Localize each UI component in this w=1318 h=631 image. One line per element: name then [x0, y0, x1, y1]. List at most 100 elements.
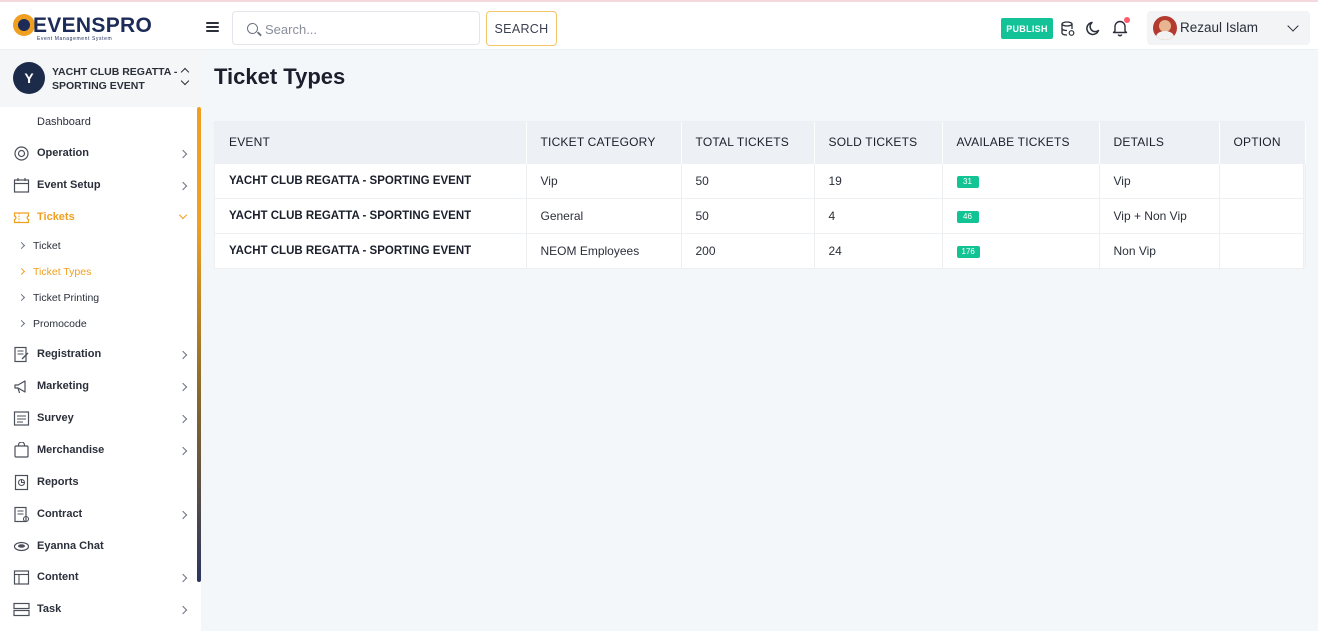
chevron-right-icon	[178, 149, 188, 159]
sidebar-item-content[interactable]: Content	[0, 565, 196, 591]
available-cell: 46	[942, 197, 1100, 233]
top-bar: EVENSPRO Event Management System SEARCH …	[0, 2, 1318, 50]
merchandise-icon	[14, 442, 29, 458]
survey-icon	[13, 411, 30, 426]
sidebar-subitem-label: Promocode	[33, 318, 87, 330]
ticket-icon	[13, 212, 30, 224]
sidebar-subitem-ticket-types[interactable]: Ticket Types	[0, 261, 196, 283]
chevron-right-icon	[17, 241, 26, 250]
chevron-down-icon	[1287, 20, 1299, 32]
chevron-right-icon	[178, 414, 188, 424]
sidebar-item-marketing[interactable]: Marketing	[0, 374, 196, 400]
sidebar: Y YACHT CLUB REGATTA - SPORTING EVENT Da…	[0, 51, 201, 631]
search-box	[232, 11, 480, 45]
column-header-details: DETAILS	[1099, 122, 1220, 163]
logo-tagline: Event Management System	[37, 36, 113, 42]
option-cell[interactable]	[1219, 232, 1306, 268]
available-cell: 176	[942, 232, 1100, 268]
sidebar-item-task[interactable]: Task	[0, 597, 196, 623]
chevron-right-icon	[178, 382, 188, 392]
dark-mode-moon-icon[interactable]	[1086, 21, 1101, 36]
event-avatar: Y	[13, 62, 45, 94]
marketing-icon	[14, 380, 26, 394]
sidebar-subitem-label: Ticket Printing	[33, 292, 100, 304]
logo-text: EVENSPRO	[33, 14, 153, 37]
evenspro-logo[interactable]: EVENSPRO Event Management System	[13, 12, 152, 42]
event-cell: YACHT CLUB REGATTA - SPORTING EVENT	[215, 162, 527, 198]
sidebar-item-event-setup[interactable]: Event Setup	[0, 173, 196, 199]
chevron-right-icon	[178, 605, 188, 615]
table-row[interactable]: YACHT CLUB REGATTA - SPORTING EVENT Gene…	[215, 197, 1306, 233]
chevron-right-icon	[178, 446, 188, 456]
contract-icon	[14, 506, 30, 523]
available-badge: 31	[956, 176, 979, 188]
operation-icon	[14, 146, 29, 161]
publish-button[interactable]: PUBLISH	[1001, 18, 1053, 39]
logo-mark-icon	[13, 14, 35, 36]
column-header-option: OPTION	[1219, 122, 1306, 163]
chevron-right-icon	[178, 350, 188, 360]
sidebar-item-contract[interactable]: Contract	[0, 502, 196, 528]
sidebar-item-label: Content	[37, 571, 79, 583]
search-button[interactable]: SEARCH	[486, 11, 557, 46]
sidebar-subitem-promocode[interactable]: Promocode	[0, 313, 196, 335]
sidebar-subitem-ticket[interactable]: Ticket	[0, 235, 196, 257]
sidebar-item-registration[interactable]: Registration	[0, 342, 196, 368]
table-row[interactable]: YACHT CLUB REGATTA - SPORTING EVENT Vip …	[215, 162, 1306, 198]
sidebar-item-label: Event Setup	[37, 179, 101, 191]
registration-icon	[14, 346, 29, 363]
chevron-right-icon	[17, 319, 26, 328]
sold-cell: 24	[814, 232, 943, 268]
sidebar-item-survey[interactable]: Survey	[0, 406, 196, 432]
page-title: Ticket Types	[214, 64, 346, 89]
available-badge: 176	[956, 246, 980, 259]
chevron-right-icon	[178, 510, 188, 520]
task-icon	[13, 602, 30, 617]
total-cell: 50	[681, 162, 815, 198]
sidebar-item-operation[interactable]: Operation	[0, 141, 196, 167]
sidebar-subitem-ticket-printing[interactable]: Ticket Printing	[0, 287, 196, 309]
sidebar-scrollbar[interactable]	[197, 107, 201, 582]
column-header-available-tickets: AVAILABE TICKETS	[942, 122, 1100, 163]
sidebar-item-label: Tickets	[37, 211, 75, 223]
sidebar-item-label: Contract	[37, 508, 83, 520]
available-badge: 46	[956, 211, 979, 223]
details-cell: Vip + Non Vip	[1099, 197, 1220, 233]
event-switcher[interactable]: Y YACHT CLUB REGATTA - SPORTING EVENT	[0, 51, 201, 107]
category-cell: General	[526, 197, 682, 233]
reports-icon	[14, 474, 29, 491]
sidebar-item-label: Marketing	[37, 380, 89, 392]
sidebar-item-label: Reports	[37, 476, 79, 488]
sidebar-item-merchandise[interactable]: Merchandise	[0, 438, 196, 464]
sidebar-item-label: Operation	[37, 147, 89, 159]
details-cell: Vip	[1099, 162, 1220, 198]
sidebar-item-label: Task	[37, 603, 62, 615]
sidebar-item-tickets[interactable]: Tickets	[0, 205, 196, 231]
sold-cell: 4	[814, 197, 943, 233]
sidebar-item-label: Registration	[37, 348, 102, 360]
hamburger-menu-icon[interactable]	[201, 16, 223, 38]
event-cell: YACHT CLUB REGATTA - SPORTING EVENT	[215, 197, 527, 233]
user-avatar	[1153, 16, 1177, 40]
chevron-right-icon	[17, 293, 26, 302]
sold-cell: 19	[814, 162, 943, 198]
category-cell: NEOM Employees	[526, 232, 682, 268]
search-input[interactable]	[265, 19, 465, 39]
table-header-row: EVENT TICKET CATEGORY TOTAL TICKETS SOLD…	[215, 122, 1306, 163]
option-cell[interactable]	[1219, 197, 1306, 233]
user-menu[interactable]: Rezaul Islam	[1147, 11, 1310, 45]
database-settings-icon[interactable]	[1061, 21, 1075, 37]
sidebar-item-dashboard[interactable]: Dashboard	[37, 116, 91, 128]
event-cell: YACHT CLUB REGATTA - SPORTING EVENT	[215, 232, 527, 268]
available-cell: 31	[942, 162, 1100, 198]
chevron-down-icon	[178, 210, 188, 220]
sidebar-item-label: Survey	[37, 412, 74, 424]
notification-dot	[1124, 17, 1130, 23]
sidebar-subitem-label: Ticket	[33, 240, 61, 252]
option-cell[interactable]	[1219, 162, 1306, 198]
sidebar-item-reports[interactable]: Reports	[0, 470, 196, 496]
sidebar-item-eyanna-chat[interactable]: Eyanna Chat	[0, 534, 196, 560]
search-icon	[247, 23, 258, 34]
column-header-ticket-category: TICKET CATEGORY	[526, 122, 682, 163]
table-row[interactable]: YACHT CLUB REGATTA - SPORTING EVENT NEOM…	[215, 232, 1306, 268]
